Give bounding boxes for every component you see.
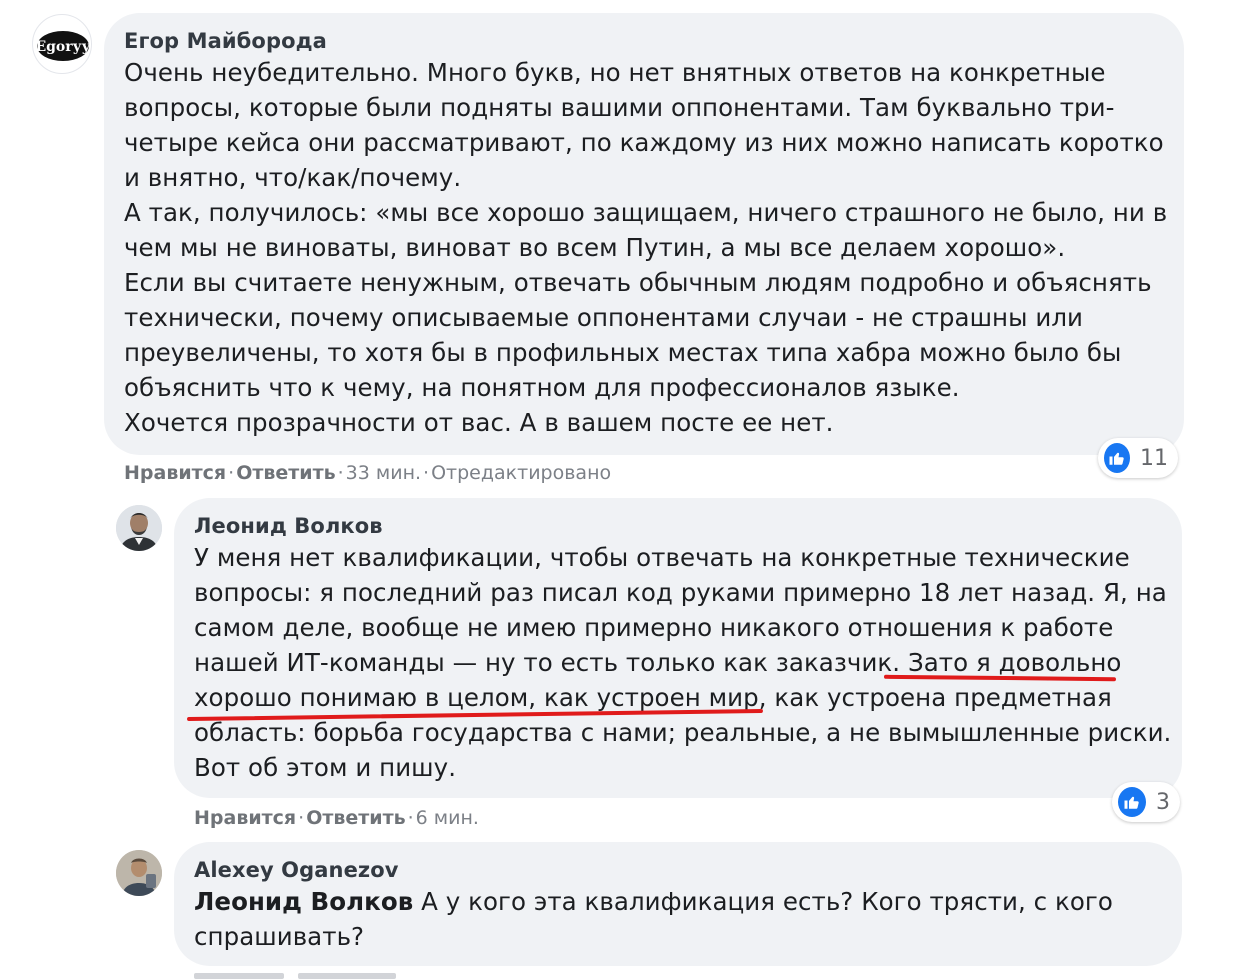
comment-actions: Нравится · Ответить · 33 мин. · Отредактирован…	[124, 462, 612, 484]
avatar-logo-text: Egorуу	[35, 39, 90, 55]
like-link[interactable]: Нравится	[124, 462, 226, 484]
comment-author[interactable]: Alexey Oganezov	[194, 858, 399, 882]
reaction-count: 11	[1140, 445, 1168, 471]
comment-text-line: Очень неубедительно. Много букв, но нет …	[124, 58, 1106, 87]
comment-timestamp[interactable]: 6 мин.	[416, 807, 479, 829]
avatar[interactable]: Egorуу	[32, 14, 92, 74]
person-photo-icon	[116, 850, 162, 896]
comment-text-line: Вот об этом и пишу.	[194, 753, 457, 782]
comment-text: А у кого эта квалификация есть? Кого тря…	[413, 887, 1113, 916]
comment-text-line: вопросы: я последний раз писал код рукам…	[194, 578, 1167, 607]
person-photo-icon	[116, 505, 162, 551]
reply-link[interactable]: Ответить	[236, 462, 335, 484]
reaction-count-badge[interactable]: 11	[1098, 438, 1178, 478]
comment-actions: Нравится · Ответить · 6 мин.	[194, 807, 479, 829]
comment-text-line: У меня нет квалификации, чтобы отвечать …	[194, 543, 1130, 572]
comment-text-line: нашей ИТ-команды — ну то есть только как…	[194, 648, 1122, 677]
avatar[interactable]	[116, 505, 162, 551]
comment-text-line: чем мы не виноваты, виноват во всем Пути…	[124, 233, 1066, 262]
comment-author[interactable]: Егор Майборода	[124, 29, 327, 53]
comment-text-line: Если вы считаете ненужным, отвечать обыч…	[124, 268, 1152, 297]
thumbs-up-icon	[1104, 443, 1130, 473]
comment-text-line: самом деле, вообще не имею примерно ника…	[194, 613, 1114, 642]
comment-text-line: вопросы, которые были подняты вашими опп…	[124, 93, 1115, 122]
comment-text-line: объяснить что к чему, на понятном для пр…	[124, 373, 960, 402]
comment-text-line: спрашивать?	[194, 922, 365, 951]
mention-link[interactable]: Леонид Волков	[194, 887, 413, 916]
comment-text-line: четыре кейса они рассматривают, по каждо…	[124, 128, 1164, 157]
logo-icon: Egorуу	[35, 31, 91, 61]
comment-text-line: хорошо понимаю в целом, как устроен мир,…	[194, 683, 1112, 712]
comment-text-line: Хочется прозрачности от вас. А в вашем п…	[124, 408, 834, 437]
comment-text-line: преувеличены, то хотя бы в профильных ме…	[124, 338, 1122, 367]
reaction-count: 3	[1156, 789, 1170, 815]
comment-text-line: Леонид Волков А у кого эта квалификация …	[194, 887, 1113, 916]
reaction-count-badge[interactable]: 3	[1112, 782, 1180, 822]
comment-author[interactable]: Леонид Волков	[194, 514, 383, 538]
thumbs-up-icon	[1118, 787, 1146, 817]
comment-timestamp[interactable]: 33 мин.	[346, 462, 421, 484]
comment-actions-cutoff	[194, 973, 444, 979]
edited-label: Отредактировано	[431, 462, 612, 484]
comment-text-line: технически, почему описываемые оппонента…	[124, 303, 1084, 332]
avatar[interactable]	[116, 850, 162, 896]
comment-text-line: А так, получилось: «мы все хорошо защища…	[124, 198, 1168, 227]
comment-text-line: и внятно, что/как/почему.	[124, 163, 462, 192]
reply-link[interactable]: Ответить	[306, 807, 405, 829]
comment-text-line: область: борьба государства с нами; реал…	[194, 718, 1172, 747]
like-link[interactable]: Нравится	[194, 807, 296, 829]
